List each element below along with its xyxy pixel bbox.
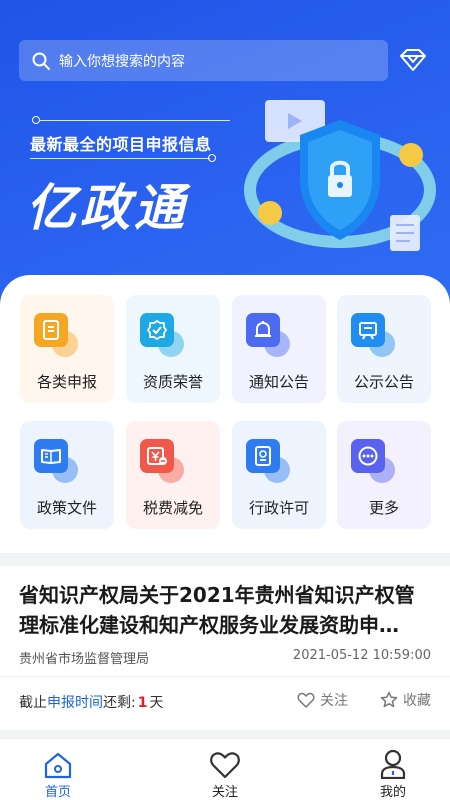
- grid-item-label: 通知公告: [248, 373, 309, 391]
- slogan-dot-right: [208, 154, 216, 162]
- tab-follow[interactable]: 关注: [185, 747, 265, 800]
- heart-outline-icon: [297, 692, 315, 708]
- more-icon: [351, 439, 385, 473]
- grid-item-publicity[interactable]: 公示公告: [337, 295, 431, 403]
- tab-home[interactable]: 首页: [18, 747, 98, 800]
- deadline-prefix: 截止: [19, 695, 47, 711]
- grid-item-label: 更多: [368, 499, 399, 517]
- deadline-info: 截止申报时间还剩: 1 天: [19, 692, 163, 712]
- news-item[interactable]: 省知识产权局关于2021年贵州省知识产权管理标准化建设和知产权服务业发展资助申……: [0, 566, 450, 730]
- home-icon: [44, 752, 72, 779]
- deadline-unit: 天: [149, 695, 164, 711]
- user-icon: [380, 749, 406, 779]
- tab-mine[interactable]: 我的: [353, 747, 433, 800]
- grid-item-more[interactable]: 更多: [337, 421, 431, 529]
- tab-label: 首页: [44, 785, 71, 800]
- grid-item-label: 行政许可: [248, 499, 309, 517]
- follow-label: 关注: [320, 693, 348, 709]
- bottom-tab-bar: 首页 关注 我的: [0, 738, 450, 800]
- grid-item-label: 各类申报: [36, 373, 97, 391]
- deadline-middle: 还剩:: [103, 695, 136, 711]
- tab-label: 关注: [211, 785, 238, 800]
- news-source: 贵州省市场监督管理局: [19, 652, 150, 667]
- news-title[interactable]: 省知识产权局关于2021年贵州省知识产权管理标准化建设和知产权服务业发展资助申…: [19, 580, 434, 640]
- board-icon: [351, 313, 385, 347]
- bell-icon: [246, 313, 280, 347]
- star-outline-icon: [380, 691, 398, 708]
- badge-check-icon: [140, 313, 174, 347]
- grid-item-policies[interactable]: 政策文件: [20, 421, 114, 529]
- favorite-button[interactable]: 收藏: [380, 690, 431, 710]
- heart-icon: [210, 752, 240, 779]
- slogan-line-bottom: [30, 158, 210, 159]
- deadline-days: 1: [137, 695, 148, 711]
- grid-item-tax-relief[interactable]: 税费减免: [126, 421, 220, 529]
- divider: [0, 676, 450, 677]
- grid-item-notices[interactable]: 通知公告: [232, 295, 326, 403]
- search-bar[interactable]: 输入你想搜索的内容: [19, 40, 388, 81]
- banner-slogan: 最新最全的项目申报信息: [30, 135, 212, 154]
- diamond-icon[interactable]: [398, 45, 428, 75]
- grid-item-label: 公示公告: [353, 373, 414, 391]
- news-time: 2021-05-12 10:59:00: [292, 648, 431, 663]
- document-icon: [34, 313, 68, 347]
- certificate-icon: [246, 439, 280, 473]
- search-placeholder: 输入你想搜索的内容: [59, 53, 185, 70]
- grid-item-permits[interactable]: 行政许可: [232, 421, 326, 529]
- search-icon: [31, 51, 51, 71]
- grid-item-label: 资质荣誉: [142, 373, 203, 391]
- category-grid: 各类申报 资质荣誉 通知公告 公示公告 政策文件 税费减免 行政许可 更多: [0, 275, 450, 553]
- yen-icon: [140, 439, 174, 473]
- grid-item-honors[interactable]: 资质荣誉: [126, 295, 220, 403]
- follow-button[interactable]: 关注: [297, 690, 348, 710]
- grid-item-applications[interactable]: 各类申报: [20, 295, 114, 403]
- tab-label: 我的: [379, 785, 406, 800]
- favorite-label: 收藏: [403, 693, 431, 709]
- deadline-highlight: 申报时间: [47, 695, 103, 711]
- hero-banner: 输入你想搜索的内容 最新最全的项目申报信息 亿政通: [0, 0, 450, 310]
- brand-title: 亿政通: [26, 179, 188, 237]
- grid-item-label: 税费减免: [142, 499, 203, 517]
- security-shield-illustration: [244, 100, 436, 251]
- grid-item-label: 政策文件: [36, 499, 97, 517]
- slogan-line-top: [40, 120, 230, 121]
- book-icon: [34, 439, 68, 473]
- slogan-dot-left: [32, 116, 40, 124]
